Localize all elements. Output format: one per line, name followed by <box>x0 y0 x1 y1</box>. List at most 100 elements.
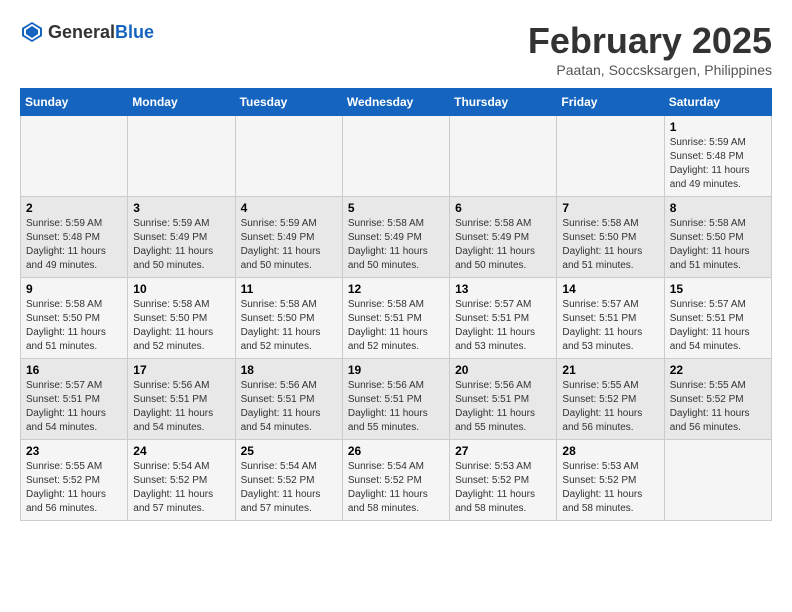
day-info: Sunrise: 5:58 AM Sunset: 5:51 PM Dayligh… <box>348 298 444 354</box>
page-header: GeneralBlue February 2025 Paatan, Soccsk… <box>20 20 772 78</box>
day-number: 24 <box>133 444 229 458</box>
day-number: 27 <box>455 444 551 458</box>
day-info: Sunrise: 5:58 AM Sunset: 5:50 PM Dayligh… <box>133 298 229 354</box>
calendar-cell: 4 Sunrise: 5:59 AM Sunset: 5:49 PM Daylig… <box>235 197 342 278</box>
week-row-1: 1Sunrise: 5:59 AM Sunset: 5:48 PM Daylig… <box>21 116 772 197</box>
calendar-cell: 11Sunrise: 5:58 AM Sunset: 5:50 PM Dayli… <box>235 278 342 359</box>
day-number: 14 <box>562 282 658 296</box>
week-row-5: 23 Sunrise: 5:55 AM Sunset: 5:52 PM Dayli… <box>21 440 772 521</box>
calendar-cell: 24Sunrise: 5:54 AM Sunset: 5:52 PM Dayli… <box>128 440 235 521</box>
day-info: Sunrise: 5:56 AM Sunset: 5:51 PM Dayligh… <box>133 379 229 435</box>
day-number: 13 <box>455 282 551 296</box>
calendar-cell: 25 Sunrise: 5:54 AM Sunset: 5:52 PM Dayli… <box>235 440 342 521</box>
calendar-cell <box>128 116 235 197</box>
month-title: February 2025 <box>528 20 772 62</box>
weekday-header-thursday: Thursday <box>450 89 557 116</box>
day-info: Sunrise: 5:58 AM Sunset: 5:49 PM Dayligh… <box>455 217 551 273</box>
day-info: Sunrise: 5:58 AM Sunset: 5:50 PM Dayligh… <box>26 298 122 354</box>
title-area: February 2025 Paatan, Soccsksargen, Phil… <box>528 20 772 78</box>
logo-blue-text: Blue <box>115 22 154 42</box>
day-info: Sunrise: 5:55 AM Sunset: 5:52 PM Dayligh… <box>26 460 122 516</box>
calendar-cell <box>235 116 342 197</box>
weekday-header-friday: Friday <box>557 89 664 116</box>
day-info: Sunrise: 5:54 AM Sunset: 5:52 PM Dayligh… <box>241 460 337 516</box>
week-row-3: 9 Sunrise: 5:58 AM Sunset: 5:50 PM Daylig… <box>21 278 772 359</box>
calendar-cell: 14 Sunrise: 5:57 AM Sunset: 5:51 PM Dayli… <box>557 278 664 359</box>
logo-icon <box>20 20 44 44</box>
day-number: 18 <box>241 363 337 377</box>
calendar-cell: 12 Sunrise: 5:58 AM Sunset: 5:51 PM Dayli… <box>342 278 449 359</box>
day-number: 3 <box>133 201 229 215</box>
day-number: 22 <box>670 363 766 377</box>
weekday-header-sunday: Sunday <box>21 89 128 116</box>
weekday-header-saturday: Saturday <box>664 89 771 116</box>
day-info: Sunrise: 5:59 AM Sunset: 5:48 PM Dayligh… <box>26 217 122 273</box>
day-info: Sunrise: 5:55 AM Sunset: 5:52 PM Dayligh… <box>670 379 766 435</box>
day-number: 25 <box>241 444 337 458</box>
calendar-cell: 26 Sunrise: 5:54 AM Sunset: 5:52 PM Dayli… <box>342 440 449 521</box>
calendar-cell: 5Sunrise: 5:58 AM Sunset: 5:49 PM Daylig… <box>342 197 449 278</box>
day-number: 15 <box>670 282 766 296</box>
day-number: 21 <box>562 363 658 377</box>
weekday-header-monday: Monday <box>128 89 235 116</box>
logo-general-text: General <box>48 22 115 42</box>
calendar-cell: 13 Sunrise: 5:57 AM Sunset: 5:51 PM Dayli… <box>450 278 557 359</box>
calendar-cell: 3 Sunrise: 5:59 AM Sunset: 5:49 PM Daylig… <box>128 197 235 278</box>
day-number: 19 <box>348 363 444 377</box>
calendar-cell: 27 Sunrise: 5:53 AM Sunset: 5:52 PM Dayli… <box>450 440 557 521</box>
calendar-cell: 21 Sunrise: 5:55 AM Sunset: 5:52 PM Dayli… <box>557 359 664 440</box>
calendar-cell: 2 Sunrise: 5:59 AM Sunset: 5:48 PM Daylig… <box>21 197 128 278</box>
calendar-cell: 6 Sunrise: 5:58 AM Sunset: 5:49 PM Daylig… <box>450 197 557 278</box>
day-number: 12 <box>348 282 444 296</box>
calendar-cell: 1Sunrise: 5:59 AM Sunset: 5:48 PM Daylig… <box>664 116 771 197</box>
day-info: Sunrise: 5:57 AM Sunset: 5:51 PM Dayligh… <box>562 298 658 354</box>
calendar-cell: 17 Sunrise: 5:56 AM Sunset: 5:51 PM Dayli… <box>128 359 235 440</box>
day-info: Sunrise: 5:58 AM Sunset: 5:50 PM Dayligh… <box>670 217 766 273</box>
calendar-cell <box>21 116 128 197</box>
day-info: Sunrise: 5:56 AM Sunset: 5:51 PM Dayligh… <box>348 379 444 435</box>
day-info: Sunrise: 5:54 AM Sunset: 5:52 PM Dayligh… <box>348 460 444 516</box>
day-number: 9 <box>26 282 122 296</box>
calendar-cell: 9 Sunrise: 5:58 AM Sunset: 5:50 PM Daylig… <box>21 278 128 359</box>
calendar-cell: 7Sunrise: 5:58 AM Sunset: 5:50 PM Daylig… <box>557 197 664 278</box>
calendar-cell: 19 Sunrise: 5:56 AM Sunset: 5:51 PM Dayli… <box>342 359 449 440</box>
day-info: Sunrise: 5:55 AM Sunset: 5:52 PM Dayligh… <box>562 379 658 435</box>
location-subtitle: Paatan, Soccsksargen, Philippines <box>528 62 772 78</box>
day-info: Sunrise: 5:53 AM Sunset: 5:52 PM Dayligh… <box>455 460 551 516</box>
weekday-header-row: SundayMondayTuesdayWednesdayThursdayFrid… <box>21 89 772 116</box>
day-info: Sunrise: 5:53 AM Sunset: 5:52 PM Dayligh… <box>562 460 658 516</box>
day-number: 6 <box>455 201 551 215</box>
calendar-cell: 10 Sunrise: 5:58 AM Sunset: 5:50 PM Dayli… <box>128 278 235 359</box>
weekday-header-tuesday: Tuesday <box>235 89 342 116</box>
calendar-cell: 22 Sunrise: 5:55 AM Sunset: 5:52 PM Dayli… <box>664 359 771 440</box>
day-number: 17 <box>133 363 229 377</box>
day-number: 20 <box>455 363 551 377</box>
day-number: 28 <box>562 444 658 458</box>
day-info: Sunrise: 5:56 AM Sunset: 5:51 PM Dayligh… <box>455 379 551 435</box>
logo: GeneralBlue <box>20 20 154 44</box>
day-number: 5 <box>348 201 444 215</box>
day-info: Sunrise: 5:59 AM Sunset: 5:49 PM Dayligh… <box>133 217 229 273</box>
week-row-4: 16Sunrise: 5:57 AM Sunset: 5:51 PM Dayli… <box>21 359 772 440</box>
calendar-cell: 18 Sunrise: 5:56 AM Sunset: 5:51 PM Dayli… <box>235 359 342 440</box>
calendar-cell: 20 Sunrise: 5:56 AM Sunset: 5:51 PM Dayli… <box>450 359 557 440</box>
day-info: Sunrise: 5:57 AM Sunset: 5:51 PM Dayligh… <box>455 298 551 354</box>
day-number: 11 <box>241 282 337 296</box>
calendar-cell: 8Sunrise: 5:58 AM Sunset: 5:50 PM Daylig… <box>664 197 771 278</box>
calendar-cell: 15Sunrise: 5:57 AM Sunset: 5:51 PM Dayli… <box>664 278 771 359</box>
day-info: Sunrise: 5:59 AM Sunset: 5:48 PM Dayligh… <box>670 136 766 192</box>
day-number: 26 <box>348 444 444 458</box>
day-number: 10 <box>133 282 229 296</box>
day-number: 7 <box>562 201 658 215</box>
calendar-cell <box>664 440 771 521</box>
calendar-cell <box>342 116 449 197</box>
week-row-2: 2 Sunrise: 5:59 AM Sunset: 5:48 PM Daylig… <box>21 197 772 278</box>
calendar-table: SundayMondayTuesdayWednesdayThursdayFrid… <box>20 88 772 521</box>
calendar-cell: 23 Sunrise: 5:55 AM Sunset: 5:52 PM Dayli… <box>21 440 128 521</box>
day-info: Sunrise: 5:59 AM Sunset: 5:49 PM Dayligh… <box>241 217 337 273</box>
day-number: 2 <box>26 201 122 215</box>
calendar-cell: 16Sunrise: 5:57 AM Sunset: 5:51 PM Dayli… <box>21 359 128 440</box>
day-info: Sunrise: 5:56 AM Sunset: 5:51 PM Dayligh… <box>241 379 337 435</box>
day-number: 23 <box>26 444 122 458</box>
day-number: 4 <box>241 201 337 215</box>
